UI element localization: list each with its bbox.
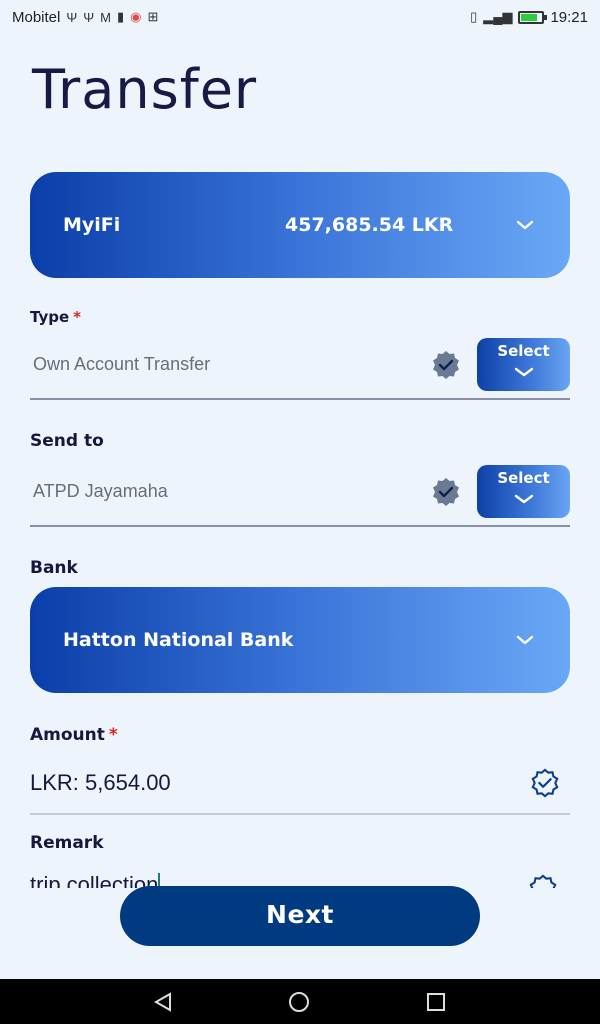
- select-label: Select: [497, 469, 550, 487]
- bank-label: Bank: [30, 558, 78, 578]
- plus-icon: ⊞: [147, 9, 159, 24]
- home-icon[interactable]: [288, 991, 310, 1013]
- status-bar: Mobitel Ψ Ψ M ▮ ◉ ⊞ ▯ ▂▄▆ 19:21: [0, 0, 600, 34]
- send-to-select-button[interactable]: Select: [477, 465, 570, 518]
- type-value: Own Account Transfer: [33, 354, 211, 374]
- verified-badge-icon: [433, 478, 459, 506]
- bank-name: Hatton National Bank: [63, 629, 294, 651]
- remark-text: trip collection: [30, 872, 159, 888]
- page-title: Transfer: [32, 58, 258, 121]
- send-to-label: Send to: [30, 431, 104, 451]
- amount-label-text: Amount: [30, 725, 105, 745]
- type-label: Type *: [30, 308, 81, 326]
- type-label-text: Type: [30, 308, 70, 326]
- battery-icon: [518, 10, 548, 24]
- remark-input[interactable]: trip collection: [30, 868, 570, 888]
- usb-icon: Ψ: [66, 9, 78, 25]
- select-label: Select: [497, 342, 550, 360]
- clock: 19:21: [550, 8, 588, 26]
- type-select-button[interactable]: Select: [477, 338, 570, 391]
- vibrate-icon: ▯: [470, 9, 478, 24]
- chevron-down-icon: [514, 367, 533, 377]
- account-selector[interactable]: MyiFi 457,685.54 LKR: [30, 172, 570, 278]
- status-right: ▯ ▂▄▆ 19:21: [470, 9, 588, 26]
- system-nav-bar: [0, 979, 600, 1024]
- type-field[interactable]: Own Account Transfer Select: [30, 338, 570, 400]
- send-to-field[interactable]: ATPD Jayamaha Select: [30, 465, 570, 527]
- app-icon: ◉: [130, 9, 142, 24]
- remark-label: Remark: [30, 833, 104, 853]
- next-button[interactable]: Next: [120, 886, 480, 946]
- required-mark: *: [73, 308, 81, 326]
- account-name: MyiFi: [63, 214, 121, 236]
- verified-badge-icon: [433, 351, 459, 379]
- gmail-icon: M: [100, 9, 111, 25]
- verified-outline-icon: [531, 768, 559, 798]
- recents-icon[interactable]: [425, 991, 447, 1013]
- account-balance: 457,685.54 LKR: [285, 214, 454, 236]
- remark-value: trip collection: [30, 872, 161, 888]
- carrier-name: Mobitel: [12, 8, 61, 26]
- chevron-down-icon: [514, 494, 533, 504]
- send-to-value: ATPD Jayamaha: [33, 481, 168, 501]
- required-mark: *: [108, 725, 118, 745]
- chevron-down-icon: [516, 220, 534, 230]
- verified-outline-icon: [529, 874, 557, 888]
- amount-label: Amount *: [30, 725, 118, 745]
- chevron-down-icon: [516, 635, 534, 645]
- usb-icon: Ψ: [83, 9, 95, 25]
- status-left: Mobitel Ψ Ψ M ▮ ◉ ⊞: [12, 9, 158, 26]
- back-icon[interactable]: [152, 991, 174, 1013]
- amount-value: LKR: 5,654.00: [30, 770, 171, 795]
- signal-icon: ▂▄▆: [483, 9, 513, 24]
- notification-icon: ▮: [116, 9, 125, 24]
- bank-selector[interactable]: Hatton National Bank: [30, 587, 570, 693]
- amount-input[interactable]: LKR: 5,654.00: [30, 758, 570, 815]
